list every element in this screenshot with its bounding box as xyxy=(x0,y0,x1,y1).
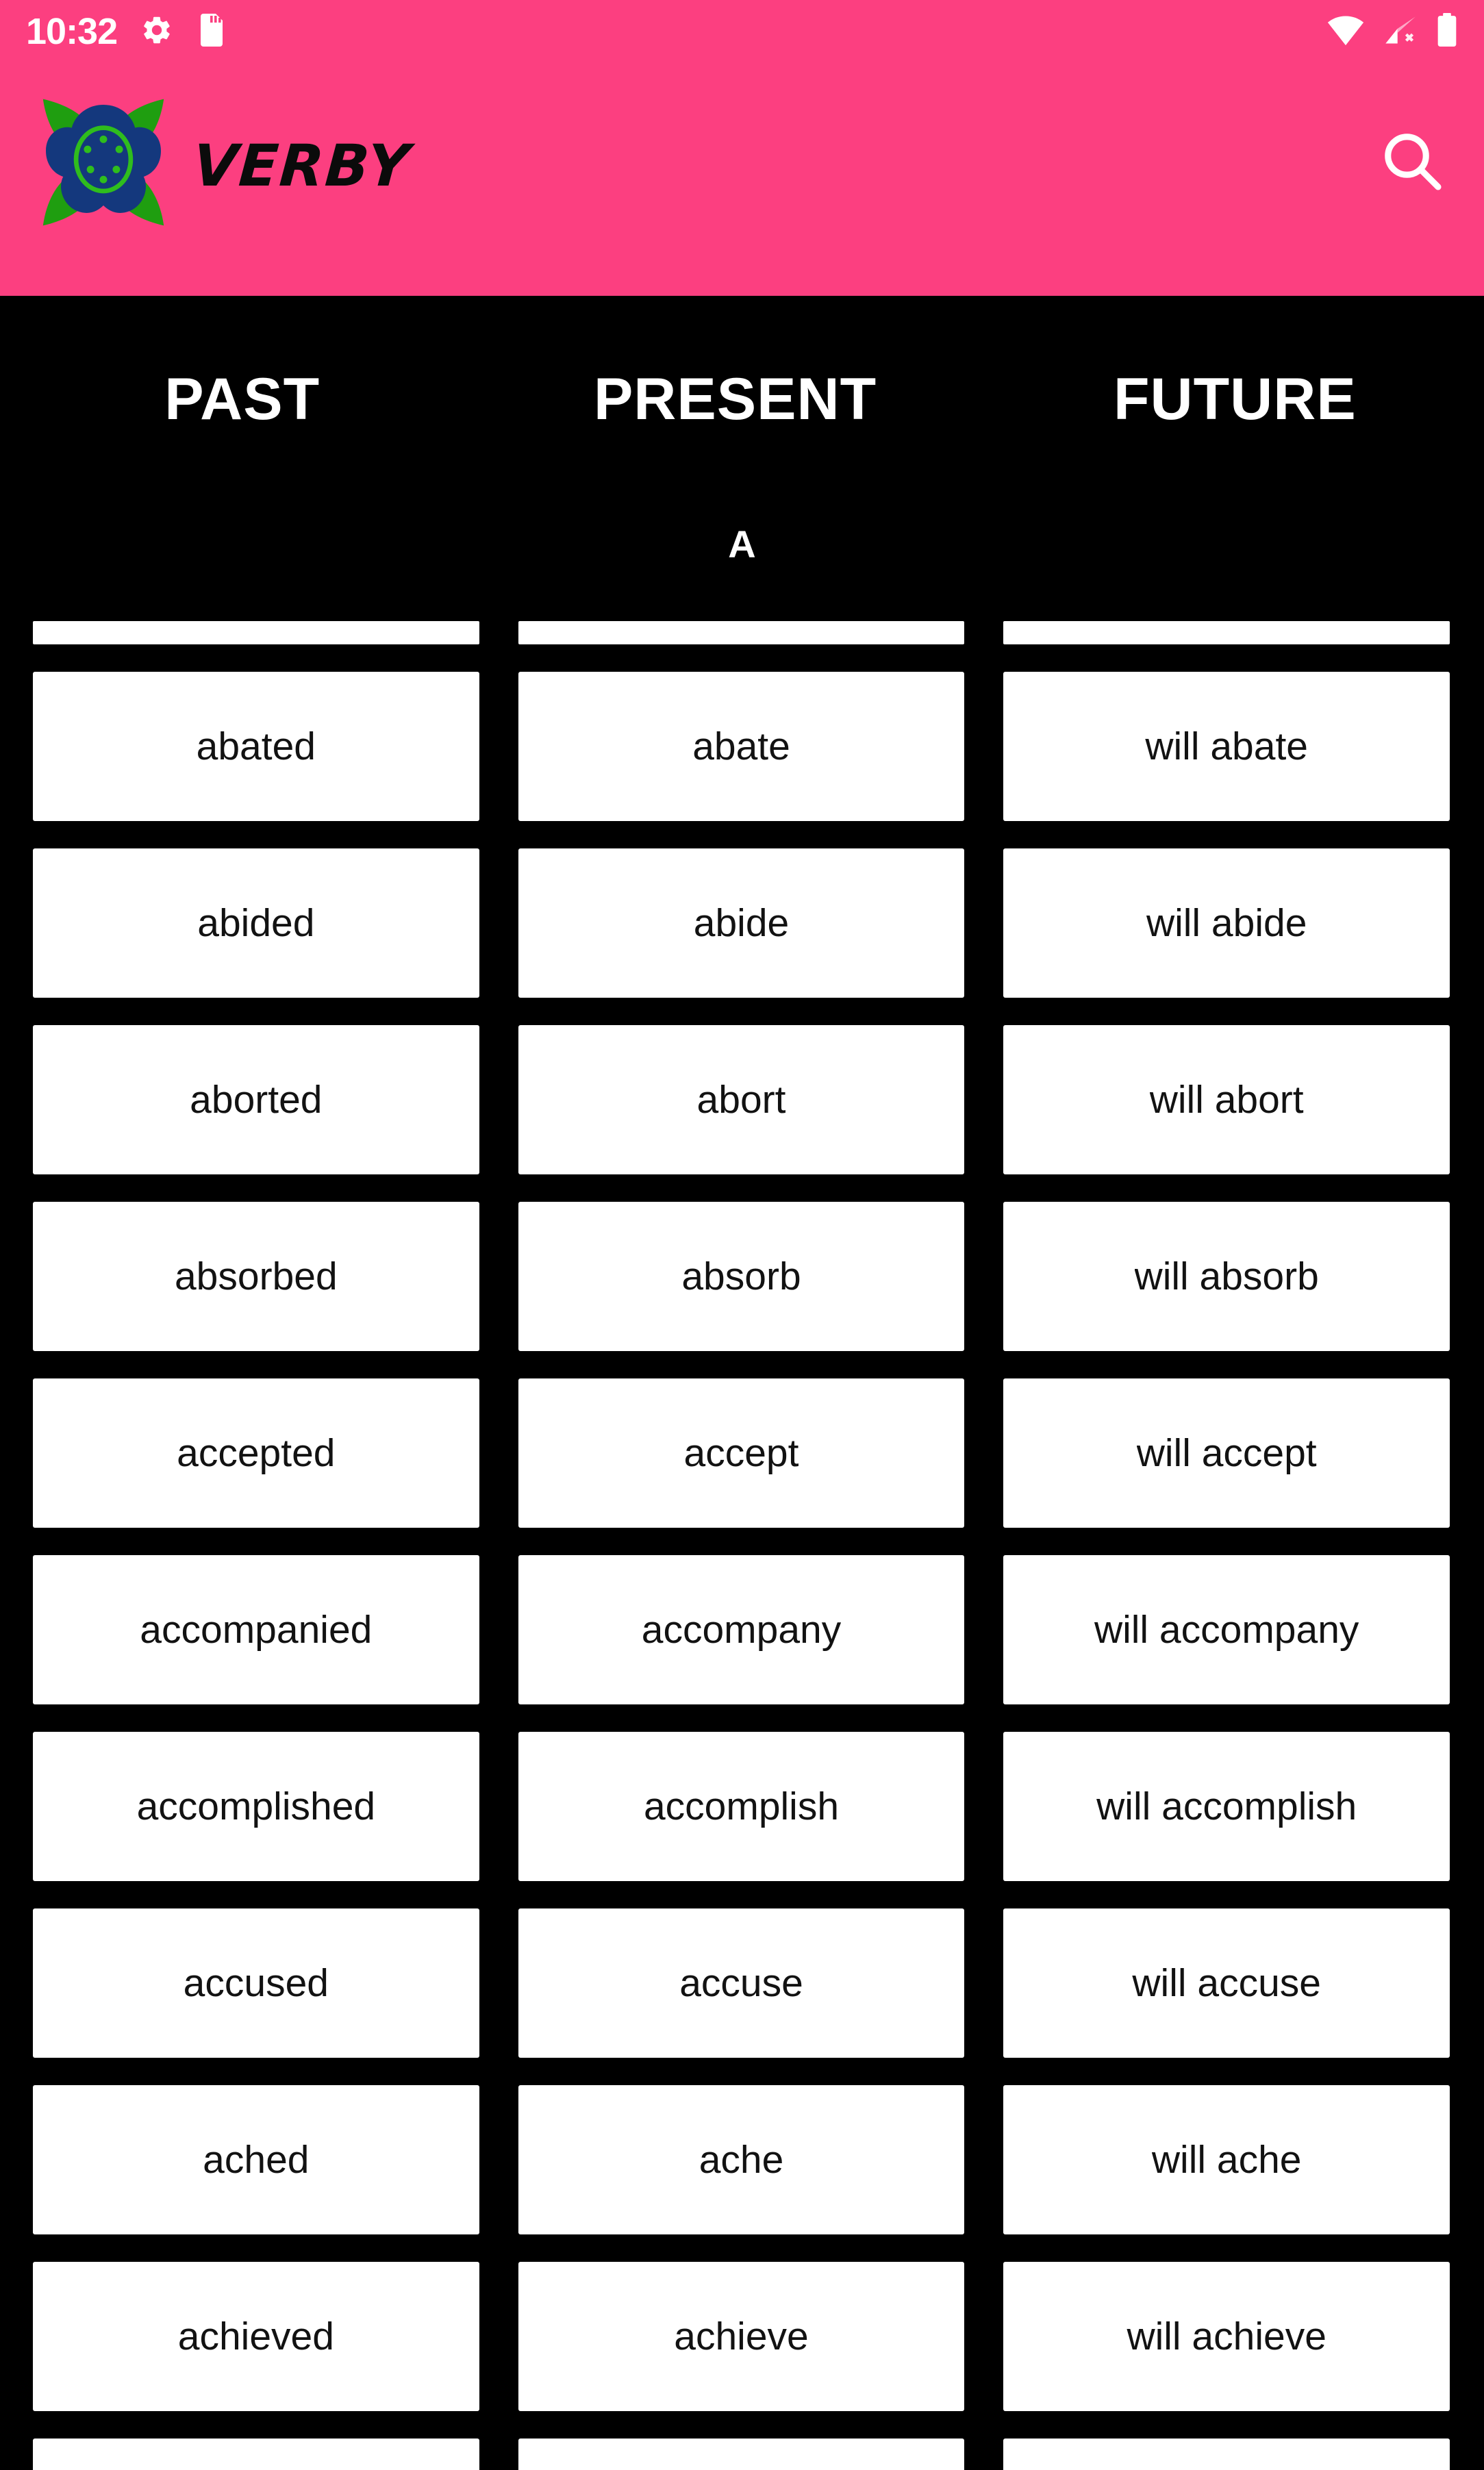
status-bar-clock: 10:32 xyxy=(26,11,118,52)
verby-flower-logo xyxy=(32,90,175,234)
wifi-icon xyxy=(1326,14,1365,50)
verb-card[interactable]: will abort xyxy=(1003,1025,1450,1174)
verb-card[interactable]: accompanied xyxy=(33,1555,479,1704)
verb-card[interactable]: accomplish xyxy=(518,1732,965,1881)
column-divider xyxy=(518,621,965,644)
verb-card[interactable]: will accompany xyxy=(1003,1555,1450,1704)
verb-card[interactable]: accept xyxy=(518,1378,965,1528)
column-divider xyxy=(33,621,479,644)
verb-card-label: will achieve xyxy=(1127,2315,1326,2358)
verb-card[interactable] xyxy=(33,2439,479,2470)
verb-card[interactable]: will absorb xyxy=(1003,1202,1450,1351)
column-past: abated abided aborted absorbed accepted accom… xyxy=(33,621,479,2470)
search-icon xyxy=(1376,125,1447,199)
verb-card-label: will abide xyxy=(1146,901,1307,945)
verb-card[interactable] xyxy=(1003,2439,1450,2470)
tab-past[interactable]: PAST xyxy=(0,296,485,440)
verb-card[interactable]: will accuse xyxy=(1003,1908,1450,2058)
verb-card-label: accused xyxy=(183,1961,329,2005)
verb-card[interactable]: absorbed xyxy=(33,1202,479,1351)
app-title: VERBY xyxy=(190,132,413,199)
verb-card-label: accomplished xyxy=(136,1785,376,1828)
verb-card[interactable]: abided xyxy=(33,848,479,998)
status-bar-left: 10:32 xyxy=(26,13,227,50)
battery-full-icon xyxy=(1436,12,1458,51)
verb-card-label: will accuse xyxy=(1132,1961,1321,2005)
brand: VERBY xyxy=(32,90,413,234)
section-letter-heading: A xyxy=(728,522,756,566)
verb-card-label: will accept xyxy=(1136,1431,1317,1475)
verb-card[interactable]: will abide xyxy=(1003,848,1450,998)
column-future: will abate will abide will abort will absor… xyxy=(1003,621,1450,2470)
column-divider xyxy=(1003,621,1450,644)
verb-card-label: accuse xyxy=(679,1961,803,2005)
verb-card[interactable]: abide xyxy=(518,848,965,998)
verb-card[interactable]: achieved xyxy=(33,2262,479,2411)
verb-card-label: accompany xyxy=(641,1608,842,1652)
verb-card[interactable]: will accept xyxy=(1003,1378,1450,1528)
verb-card-label: accompanied xyxy=(140,1608,373,1652)
tab-present[interactable]: PRESENT xyxy=(490,296,981,440)
verb-card-label: ache xyxy=(699,2138,784,2182)
verb-card-label: achieved xyxy=(177,2315,334,2358)
verb-card-label: will accompany xyxy=(1094,1608,1359,1652)
verb-card[interactable]: accused xyxy=(33,1908,479,2058)
verb-card-label: will accomplish xyxy=(1096,1785,1357,1828)
verb-card[interactable]: will accomplish xyxy=(1003,1732,1450,1881)
verb-card[interactable]: will abate xyxy=(1003,672,1450,821)
status-bar-right xyxy=(1326,12,1458,51)
verb-grid: abated abided aborted absorbed accepted accom… xyxy=(0,621,1484,2470)
verb-card[interactable]: will ache xyxy=(1003,2085,1450,2234)
tab-future[interactable]: FUTURE xyxy=(985,296,1484,440)
verb-card-label: abated xyxy=(196,724,316,768)
verb-card-label: will ache xyxy=(1151,2138,1302,2182)
verb-card[interactable]: accuse xyxy=(518,1908,965,2058)
verb-card-label: absorb xyxy=(681,1255,801,1298)
verb-list-content: A abated abided aborted absorbed accepted acc… xyxy=(0,440,1484,2470)
verb-card[interactable]: will achieve xyxy=(1003,2262,1450,2411)
verb-card-label: achieve xyxy=(674,2315,809,2358)
verb-card-label: accepted xyxy=(177,1431,336,1475)
tab-past-label: PAST xyxy=(164,366,320,432)
verb-card-label: abate xyxy=(692,724,790,768)
verb-card[interactable]: accompany xyxy=(518,1555,965,1704)
verb-card[interactable]: ache xyxy=(518,2085,965,2234)
verb-card[interactable]: accomplished xyxy=(33,1732,479,1881)
verb-card[interactable]: abated xyxy=(33,672,479,821)
verb-card-label: abort xyxy=(696,1078,786,1122)
verb-card-label: aborted xyxy=(190,1078,323,1122)
sd-card-icon xyxy=(197,13,227,50)
verb-card[interactable]: abort xyxy=(518,1025,965,1174)
verb-card[interactable]: absorb xyxy=(518,1202,965,1351)
verb-card-label: will abate xyxy=(1145,724,1308,768)
tab-future-label: FUTURE xyxy=(1113,366,1357,432)
verb-card[interactable]: ached xyxy=(33,2085,479,2234)
tab-present-label: PRESENT xyxy=(593,366,877,432)
verb-card-label: abide xyxy=(693,901,790,945)
verb-card[interactable]: accepted xyxy=(33,1378,479,1528)
verb-card[interactable]: achieve xyxy=(518,2262,965,2411)
tab-bar: PAST PRESENT FUTURE xyxy=(0,296,1484,440)
verb-card[interactable]: abate xyxy=(518,672,965,821)
status-bar: 10:32 xyxy=(0,0,1484,63)
gear-icon xyxy=(140,14,173,50)
verb-card-label: abided xyxy=(197,901,315,945)
verb-card-label: accomplish xyxy=(643,1785,840,1828)
column-present: abate abide abort absorb accept accompany acco… xyxy=(518,621,965,2470)
app-bar: VERBY xyxy=(0,63,1484,296)
verb-card-label: will absorb xyxy=(1134,1255,1319,1298)
verb-card-label: accept xyxy=(683,1431,799,1475)
verb-card[interactable] xyxy=(518,2439,965,2470)
verb-card-label: absorbed xyxy=(174,1255,338,1298)
cellular-signal-off-icon xyxy=(1383,14,1418,50)
verb-card-label: ached xyxy=(203,2138,310,2182)
verb-card-label: will abort xyxy=(1149,1078,1304,1122)
search-button[interactable] xyxy=(1370,121,1452,203)
verb-card[interactable]: aborted xyxy=(33,1025,479,1174)
